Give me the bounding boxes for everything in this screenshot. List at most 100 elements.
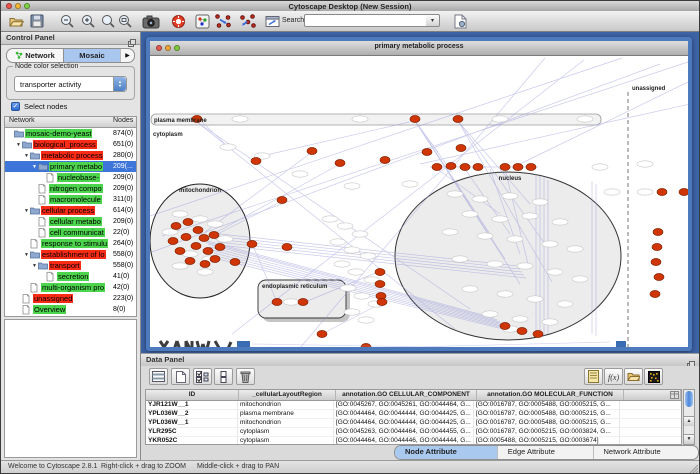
select-attributes-icon[interactable] xyxy=(193,368,212,385)
zoom-out-icon[interactable] xyxy=(58,13,76,29)
zoom-in-icon[interactable] xyxy=(79,13,97,29)
node-label[interactable] xyxy=(197,269,213,275)
node-label[interactable] xyxy=(172,211,188,217)
node-label[interactable] xyxy=(532,199,548,205)
tree-item-unassigned[interactable]: unassigned223(0) xyxy=(5,293,136,304)
node-label[interactable] xyxy=(192,216,208,222)
network-node[interactable] xyxy=(171,223,181,230)
select-nodes-checkbox[interactable]: ✓ xyxy=(11,102,20,111)
node-label[interactable] xyxy=(492,216,508,222)
network-node[interactable] xyxy=(513,164,523,171)
network-node[interactable] xyxy=(460,164,470,171)
new-attribute-icon[interactable] xyxy=(171,368,190,385)
network-node[interactable] xyxy=(679,189,688,196)
network-node[interactable] xyxy=(298,299,308,306)
table-row[interactable]: YPL036W__2plasma membrane[GO:0044464, GO… xyxy=(146,410,681,419)
node-label[interactable] xyxy=(604,189,620,195)
node-label[interactable] xyxy=(322,216,338,222)
zoom-selected-icon[interactable] xyxy=(99,13,117,29)
node-label[interactable] xyxy=(472,196,488,202)
network-node[interactable] xyxy=(210,256,220,263)
tree-item-cell-communicat[interactable]: cell communicat22(0) xyxy=(5,227,136,238)
network-node[interactable] xyxy=(650,291,660,298)
node-label[interactable] xyxy=(358,317,374,323)
matrix-icon[interactable] xyxy=(644,368,663,385)
network-node[interactable] xyxy=(199,235,209,242)
expander-icon[interactable]: ▼ xyxy=(23,208,30,214)
node-label[interactable] xyxy=(232,116,248,122)
network-node[interactable] xyxy=(230,259,240,266)
scroll-down-arrow[interactable]: ▼ xyxy=(684,434,694,444)
node-label[interactable] xyxy=(172,263,188,269)
network-node[interactable] xyxy=(361,344,371,348)
node-label[interactable] xyxy=(340,285,356,291)
node-label[interactable] xyxy=(360,253,376,259)
expander-icon[interactable]: ▼ xyxy=(23,252,30,258)
tree-item-cellular-process[interactable]: ▼cellular process614(0) xyxy=(5,205,136,216)
node-label[interactable] xyxy=(522,213,538,219)
tree-item-biological-process[interactable]: ▼biological_process651(0) xyxy=(5,139,136,150)
more-tabs-arrow[interactable]: ▶ xyxy=(120,49,134,62)
tree-item-nitrogen-compo[interactable]: nitrogen compo209(0) xyxy=(5,183,136,194)
network-node[interactable] xyxy=(307,148,317,155)
column-header-3[interactable]: annotation.GO CELLULAR_COMPONENT xyxy=(336,390,477,400)
node-label[interactable] xyxy=(572,276,588,282)
expander-icon[interactable]: ▼ xyxy=(23,153,30,159)
network-node[interactable] xyxy=(200,261,210,268)
node-label[interactable] xyxy=(542,241,558,247)
network-view-titlebar[interactable]: primary metabolic process xyxy=(150,41,688,56)
network-node[interactable] xyxy=(209,232,219,239)
float-panel-icon[interactable] xyxy=(128,34,136,42)
node-label[interactable] xyxy=(283,299,299,305)
node-color-combobox[interactable]: transporter activity ▲▼ xyxy=(14,76,127,92)
table-row[interactable]: YKR052Ccytoplasm[GO:0044464, GO:0044446,… xyxy=(146,437,681,445)
column-header-1[interactable]: ID xyxy=(146,390,239,400)
network-node[interactable] xyxy=(653,229,663,236)
zoom-fit-icon[interactable] xyxy=(116,13,134,29)
node-label[interactable] xyxy=(512,316,528,322)
node-label[interactable] xyxy=(502,193,518,199)
column-header-4[interactable]: annotation.GO MOLECULAR_FUNCTION xyxy=(477,390,624,400)
notes-icon[interactable] xyxy=(584,368,603,385)
network-node[interactable] xyxy=(377,299,387,306)
node-label[interactable] xyxy=(577,116,593,122)
import-folder-icon[interactable] xyxy=(624,368,643,385)
destroy-view-icon[interactable] xyxy=(263,13,281,29)
network-node[interactable] xyxy=(651,259,661,266)
network-node[interactable] xyxy=(654,274,664,281)
tree-item-response-to-stimulu[interactable]: response to stimulu264(0) xyxy=(5,238,136,249)
node-label[interactable] xyxy=(637,189,653,195)
network-node[interactable] xyxy=(500,323,510,330)
table-row[interactable]: YPL036W__1mitochondrion[GO:0044464, GO:0… xyxy=(146,419,681,428)
table-scrollbar[interactable]: ▲ ▼ xyxy=(683,389,695,445)
attribute-table-icon[interactable] xyxy=(149,368,168,385)
expander-icon[interactable]: ▼ xyxy=(31,263,38,269)
network-node[interactable] xyxy=(473,164,483,171)
snapshot-camera-icon[interactable] xyxy=(142,13,160,29)
network-node[interactable] xyxy=(657,189,667,196)
attribute-page-icon[interactable] xyxy=(451,13,469,29)
tree-item-nucleobase-[interactable]: nucleobase-209(0) xyxy=(5,172,136,183)
expander-icon[interactable]: ▼ xyxy=(31,164,38,170)
node-label[interactable] xyxy=(527,296,543,302)
network-node[interactable] xyxy=(193,227,203,234)
node-label[interactable] xyxy=(567,246,583,252)
help-lifering-icon[interactable] xyxy=(169,13,187,29)
network-node[interactable] xyxy=(526,164,536,171)
unselect-attributes-icon[interactable] xyxy=(214,368,233,385)
node-label[interactable] xyxy=(220,144,236,150)
node-label[interactable] xyxy=(334,261,350,267)
vizmapper-icon[interactable] xyxy=(193,13,211,29)
node-label[interactable] xyxy=(344,247,360,253)
node-label[interactable] xyxy=(447,191,463,197)
network-node[interactable] xyxy=(517,328,527,335)
tree-item-mosaic-demo-yeast[interactable]: mosaic-demo-yeast874(0) xyxy=(5,128,136,139)
node-label[interactable] xyxy=(207,221,223,227)
network-node[interactable] xyxy=(456,145,466,152)
network-node[interactable] xyxy=(191,243,201,250)
scroll-up-arrow[interactable]: ▲ xyxy=(684,416,694,426)
tree-item-secretion[interactable]: secretion41(0) xyxy=(5,271,136,282)
network-node[interactable] xyxy=(215,244,225,251)
network-node[interactable] xyxy=(375,281,385,288)
node-label[interactable] xyxy=(507,236,523,242)
